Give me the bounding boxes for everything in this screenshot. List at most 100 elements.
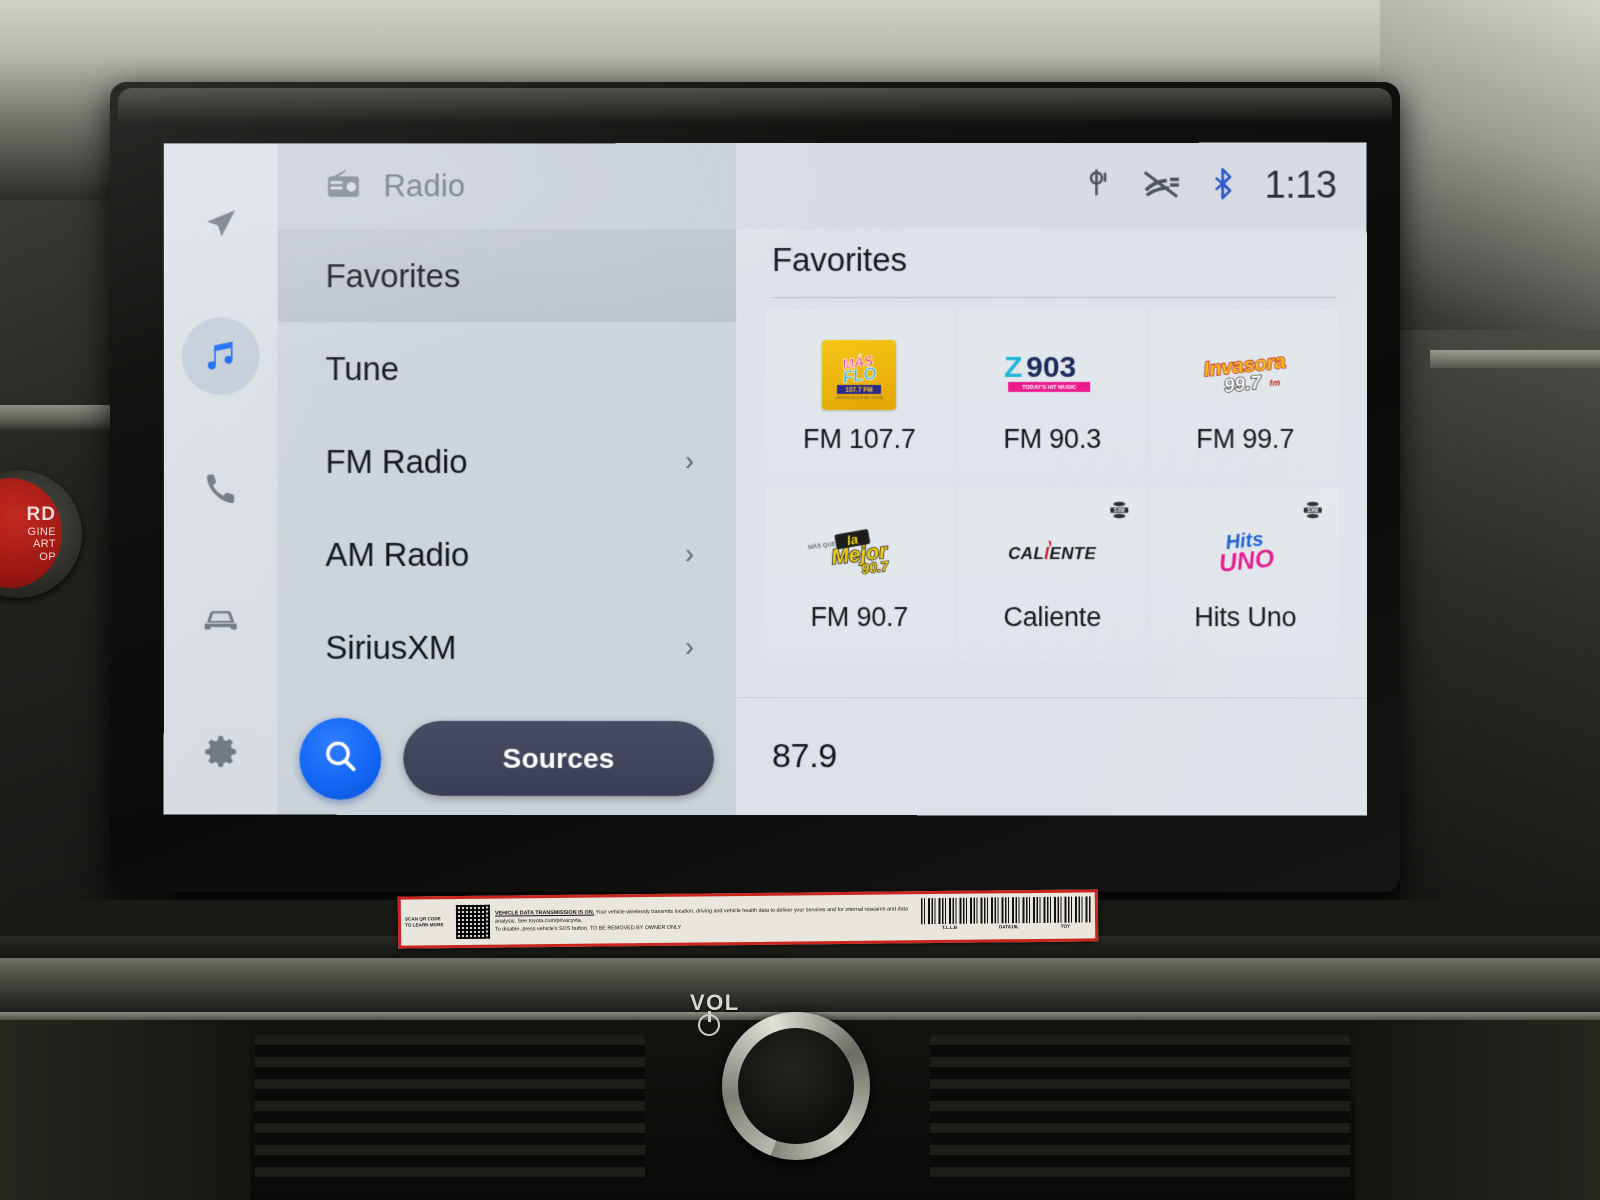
status-bar: 1:13: [736, 142, 1367, 230]
svg-text:99.7: 99.7: [1223, 372, 1263, 397]
menu-item-fm-radio[interactable]: FM Radio ›: [278, 415, 736, 508]
barcode-label: TOY: [1060, 923, 1071, 929]
screen-bezel-highlight: [118, 88, 1392, 124]
svg-text:FLO: FLO: [842, 363, 878, 387]
chevron-right-icon: ›: [685, 631, 694, 663]
menu-item-label: FM Radio: [325, 442, 468, 480]
start-button-line3: ART: [32, 538, 56, 551]
caliente-logo: CALIENTE: [1008, 539, 1097, 563]
sidebar-item-media[interactable]: [181, 317, 260, 396]
current-frequency: 87.9: [771, 737, 838, 776]
svg-text:LA MÚSICA QUE ME GUSTA: LA MÚSICA QUE ME GUSTA: [836, 394, 884, 399]
favorite-tile[interactable]: SXM Hits UNO Hits Uno: [1151, 488, 1339, 661]
car-interior-scene: RD GINE ART OP Radio Favorites Tune FM R…: [0, 0, 1600, 1200]
car-icon: [199, 603, 243, 637]
sticker-headline: VEHICLE DATA TRANSMISSION IS ON.: [494, 909, 595, 917]
favorite-tile-label: FM 107.7: [803, 423, 916, 454]
svg-text:SXM: SXM: [1114, 508, 1125, 514]
favorite-tile-label: FM 90.7: [810, 601, 909, 632]
clock: 1:13: [1264, 164, 1337, 207]
menu-item-am-radio[interactable]: AM Radio ›: [278, 508, 736, 601]
navigation-arrow-icon: [202, 205, 240, 243]
station-logo: MÁS QUE la Mejor 90.7: [784, 516, 934, 590]
sidebar-item-settings[interactable]: [182, 713, 260, 791]
phone-icon: [202, 469, 240, 507]
now-playing-bar[interactable]: 87.9: [735, 697, 1368, 816]
wireless-charging-icon: [1086, 167, 1112, 204]
svg-text:Z: Z: [1004, 350, 1022, 383]
menu-item-favorites[interactable]: Favorites: [277, 229, 737, 323]
invasora-99-7-logo: Invasora 99.7 fm: [1201, 349, 1287, 397]
console-trim-band: [0, 958, 1600, 1016]
barcode: T.L.L.B DATA19L TOY: [920, 896, 1092, 936]
favorite-tile[interactable]: MÁS QUE la Mejor 90.7 FM 90.7: [765, 488, 953, 661]
sticker-scan-text: SCAN QR CODE TO LEARN MORE: [404, 916, 444, 928]
sources-button-label: Sources: [502, 742, 615, 774]
favorite-tile-label: FM 99.7: [1196, 423, 1295, 454]
air-vent-right: [930, 1035, 1350, 1185]
chevron-right-icon: ›: [685, 446, 695, 477]
start-button-line2: GINE: [27, 525, 56, 538]
favorite-tile[interactable]: SXM CALIENTE Caliente: [958, 488, 1146, 661]
sidebar-rail: [163, 143, 278, 815]
svg-text:90.7: 90.7: [861, 557, 891, 576]
traffic-muted-icon: [1140, 167, 1182, 204]
station-logo: MÁS FLO 107.7 FM LA MÚSICA QUE ME GUSTA: [784, 337, 934, 411]
vehicle-data-sticker: SCAN QR CODE TO LEARN MORE VEHICLE DATA …: [397, 889, 1099, 949]
status-icon-group: [1086, 167, 1236, 204]
sidebar-item-navigation[interactable]: [182, 185, 260, 263]
chevron-right-icon: ›: [685, 538, 695, 569]
svg-text:107.7 FM: 107.7 FM: [846, 387, 873, 394]
svg-text:UNO: UNO: [1217, 544, 1275, 578]
console-side-right: [1355, 1020, 1600, 1200]
console-side-left: [0, 1020, 250, 1200]
favorite-tile[interactable]: MÁS FLO 107.7 FM LA MÚSICA QUE ME GUSTA …: [765, 309, 953, 483]
qr-code-icon: [455, 904, 491, 940]
favorites-heading: Favorites: [772, 240, 907, 279]
radio-menu-list: Favorites Tune FM Radio › AM Radio › Sir…: [277, 229, 737, 694]
page-title: Radio: [383, 168, 466, 204]
dashboard-right-trim: [1430, 350, 1600, 368]
menu-item-label: Favorites: [325, 256, 461, 294]
station-logo: Invasora 99.7 fm: [1170, 337, 1320, 411]
radio-icon: [326, 169, 362, 204]
volume-knob-label: VOL: [690, 990, 740, 1015]
gear-icon: [202, 733, 240, 771]
dashboard-left-trim: [0, 405, 120, 431]
start-button-line4: OP: [39, 551, 56, 564]
la-mejor-90-7-logo: MÁS QUE la Mejor 90.7: [808, 528, 892, 577]
sources-button[interactable]: Sources: [403, 720, 714, 797]
favorite-tile[interactable]: Invasora 99.7 fm FM 99.7: [1151, 309, 1339, 483]
station-logo: Z 903 TODAY'S HIT MUSIC: [977, 337, 1127, 411]
barcode-label: DATA19L: [998, 924, 1019, 930]
menu-item-label: Tune: [325, 349, 399, 387]
dashboard-right-panel: [1400, 330, 1600, 930]
search-button[interactable]: [299, 717, 382, 800]
sidebar-item-phone[interactable]: [182, 449, 260, 527]
air-vent-left: [255, 1035, 645, 1185]
svg-text:fm: fm: [1268, 377, 1280, 388]
station-logo: CALIENTE: [977, 516, 1127, 590]
bluetooth-icon: [1210, 167, 1236, 204]
menu-item-siriusxm[interactable]: SiriusXM ›: [277, 601, 736, 694]
favorite-tile-label: Hits Uno: [1194, 601, 1297, 632]
siriusxm-badge: SXM: [1108, 500, 1132, 520]
menu-item-label: AM Radio: [325, 535, 470, 573]
search-icon: [320, 736, 360, 781]
barcode-labels: T.L.L.B DATA19L TOY: [921, 922, 1091, 930]
mas-flo-107-7-logo: MÁS FLO 107.7 FM LA MÚSICA QUE ME GUSTA: [822, 339, 897, 410]
favorite-tile-label: Caliente: [1003, 601, 1102, 632]
source-header: Radio: [277, 143, 737, 230]
infotainment-screen: Radio Favorites Tune FM Radio › AM Radio…: [163, 142, 1368, 816]
favorite-tile[interactable]: Z 903 TODAY'S HIT MUSIC FM 90.3: [958, 309, 1146, 483]
barcode-label: T.L.L.B: [941, 924, 958, 930]
sidebar-item-vehicle[interactable]: [182, 581, 260, 659]
svg-text:TODAY'S HIT MUSIC: TODAY'S HIT MUSIC: [1022, 385, 1076, 391]
svg-text:SXM: SXM: [1307, 508, 1318, 514]
bottom-action-bar: Sources: [277, 701, 736, 816]
barcode-bars: [920, 896, 1092, 925]
favorites-grid: MÁS FLO 107.7 FM LA MÚSICA QUE ME GUSTA …: [736, 298, 1367, 661]
menu-item-tune[interactable]: Tune: [278, 322, 736, 415]
menu-item-label: SiriusXM: [325, 628, 457, 666]
volume-knob-center[interactable]: [738, 1028, 854, 1144]
